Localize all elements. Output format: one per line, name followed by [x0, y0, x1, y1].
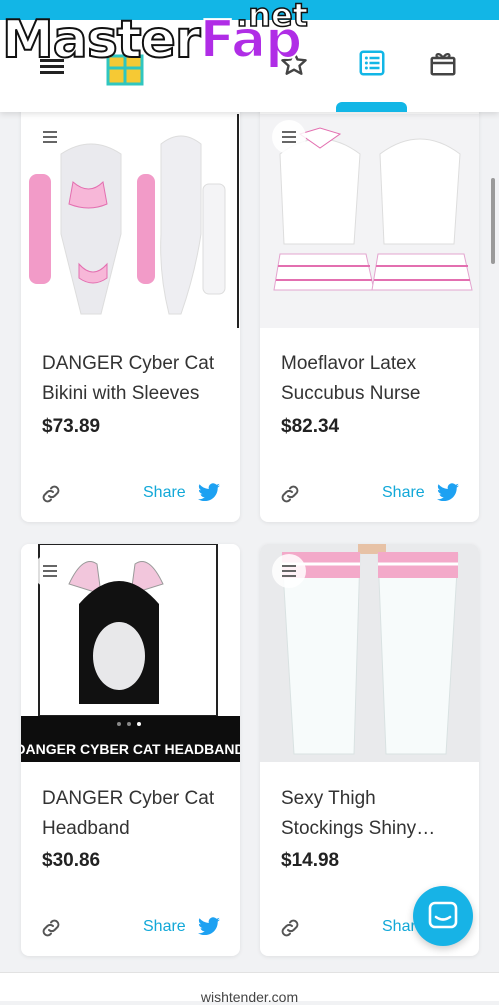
- twitter-icon[interactable]: [436, 482, 460, 504]
- top-nav-bar: MasterFap .net: [0, 0, 499, 112]
- product-name[interactable]: DANGER Cyber Cat Bikini with Sleeves: [42, 349, 222, 409]
- product-card[interactable]: Moeflavor Latex Succubus Nurse $82.34 Sh…: [260, 96, 479, 522]
- product-price: $82.34: [281, 416, 340, 437]
- link-icon[interactable]: [278, 916, 302, 940]
- product-price: $14.98: [281, 850, 340, 871]
- card-menu-icon[interactable]: [33, 554, 67, 588]
- browser-address-footer: wishtender.com: [0, 972, 499, 1005]
- chat-button[interactable]: [413, 886, 473, 946]
- share-button[interactable]: Share: [143, 484, 186, 502]
- product-price: $73.89: [42, 416, 101, 437]
- scrollbar-thumb[interactable]: [491, 178, 495, 264]
- list-icon[interactable]: [357, 48, 393, 84]
- watermark-logo-suffix: .net: [235, 0, 308, 35]
- product-price: $30.86: [42, 850, 101, 871]
- product-name[interactable]: Sexy Thigh Stockings Shiny Latex: [281, 784, 461, 844]
- site-domain[interactable]: wishtender.com: [201, 989, 298, 1005]
- gift-box-icon[interactable]: [428, 48, 464, 84]
- card-menu-icon[interactable]: [272, 554, 306, 588]
- chat-bubble-icon: [428, 901, 458, 929]
- product-card[interactable]: DANGER CYBER CAT HEADBAND DANGER Cyber C…: [21, 544, 240, 956]
- product-card[interactable]: DANGER Cyber Cat Bikini with Sleeves $73…: [21, 96, 240, 522]
- share-button[interactable]: Share: [143, 918, 186, 936]
- product-name[interactable]: Moeflavor Latex Succubus Nurse: [281, 349, 461, 409]
- link-icon[interactable]: [39, 916, 63, 940]
- link-icon[interactable]: [278, 482, 302, 506]
- share-button[interactable]: Share: [382, 484, 425, 502]
- card-menu-icon[interactable]: [272, 120, 306, 154]
- link-icon[interactable]: [39, 482, 63, 506]
- card-menu-icon[interactable]: [33, 120, 67, 154]
- product-name[interactable]: DANGER Cyber Cat Headband: [42, 784, 222, 844]
- product-image-caption: DANGER CYBER CAT HEADBAND: [21, 741, 240, 757]
- active-tab-indicator: [336, 102, 407, 112]
- twitter-icon[interactable]: [197, 482, 221, 504]
- twitter-icon[interactable]: [197, 916, 221, 938]
